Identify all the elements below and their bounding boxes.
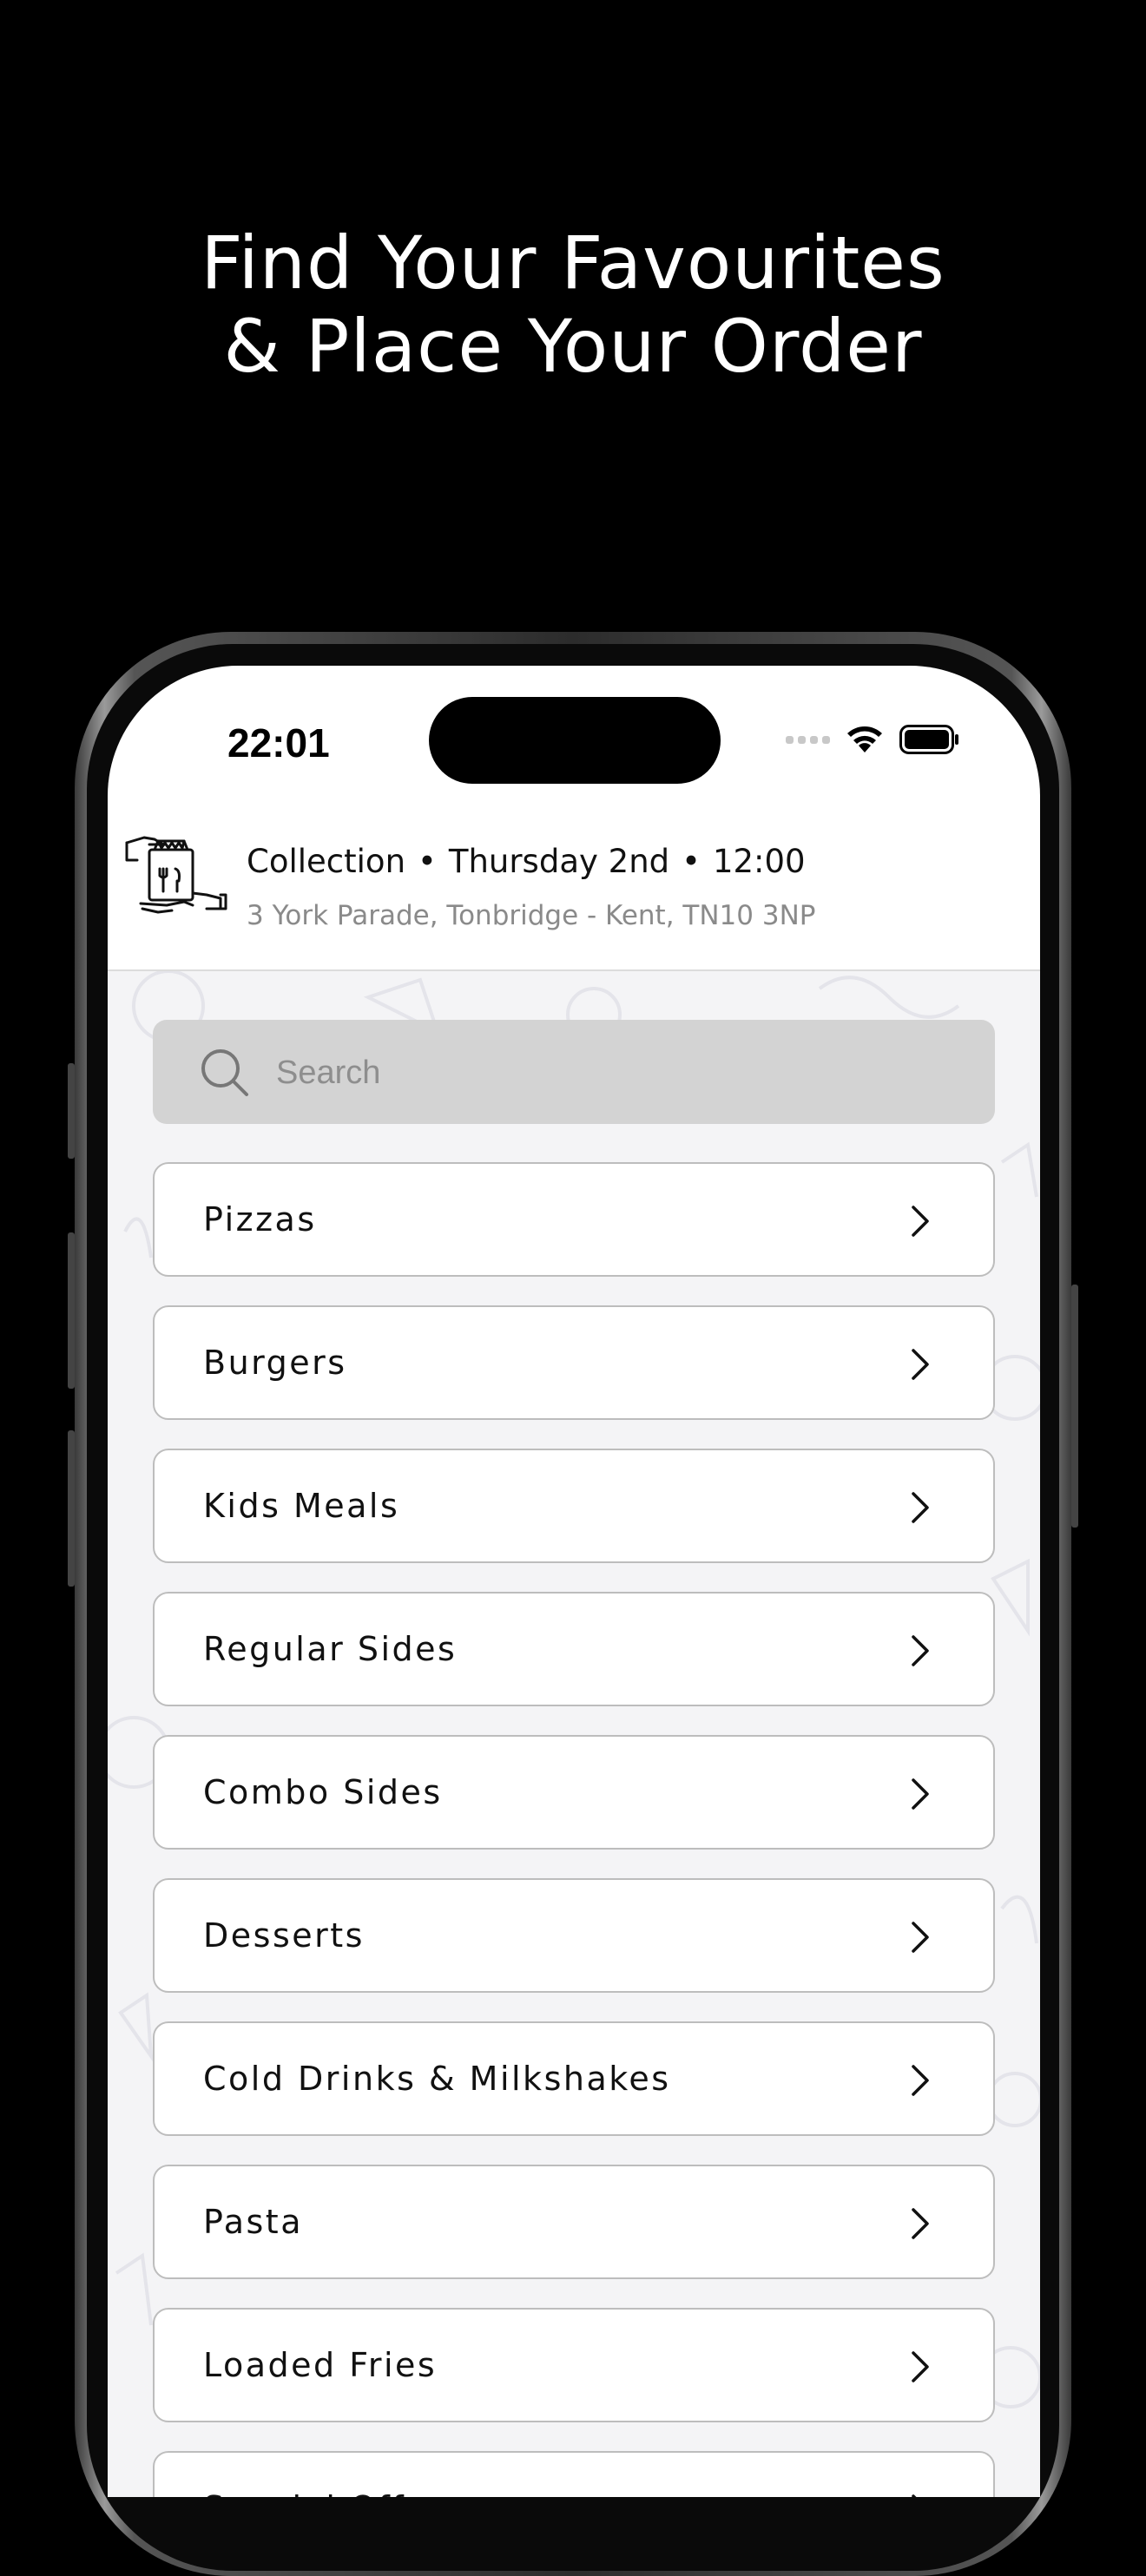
chevron-right-icon <box>912 1349 929 1380</box>
chevron-right-icon <box>912 2494 917 2497</box>
category-item-regular-sides[interactable]: Regular Sides <box>153 1592 995 1706</box>
separator-dot: • <box>682 843 701 880</box>
category-item-kids-meals[interactable]: Kids Meals <box>153 1449 995 1563</box>
separator-dot: • <box>418 843 437 880</box>
wifi-icon <box>847 726 882 752</box>
headline-line-2: & Place Your Order <box>223 304 923 389</box>
order-summary: Collection • Thursday 2nd • 12:00 <box>247 843 806 880</box>
phone-volume-up-button <box>68 1232 75 1389</box>
phone-volume-down-button <box>68 1430 75 1587</box>
phone-action-button <box>68 1063 75 1159</box>
chevron-right-icon <box>912 1492 929 1523</box>
category-label: Pasta <box>203 2203 303 2241</box>
status-time: 22:01 <box>227 720 330 766</box>
search-icon <box>201 1049 248 1096</box>
search-input[interactable] <box>274 1020 972 1126</box>
category-item-loaded-fries[interactable]: Loaded Fries <box>153 2308 995 2422</box>
category-label: Desserts <box>203 1916 365 1955</box>
category-label: Combo Sides <box>203 1773 443 1811</box>
category-item-special-offers[interactable]: Special Offers <box>153 2451 995 2497</box>
battery-icon <box>899 725 958 754</box>
status-icons <box>786 725 960 754</box>
cellular-signal-icon <box>786 735 830 744</box>
category-item-desserts[interactable]: Desserts <box>153 1878 995 1993</box>
phone-screen: 22:01 Collection • Thursday 2nd • 12:00 … <box>108 666 1040 2497</box>
dynamic-island <box>429 697 721 784</box>
category-label: Pizzas <box>203 1200 317 1239</box>
order-day: Thursday 2nd <box>448 843 670 880</box>
order-mode: Collection <box>247 843 406 880</box>
category-label: Special Offers <box>203 2453 463 2497</box>
category-item-pasta[interactable]: Pasta <box>153 2165 995 2279</box>
chevron-right-icon <box>912 1922 929 1953</box>
category-item-cold-drinks-milkshakes[interactable]: Cold Drinks & Milkshakes <box>153 2021 995 2136</box>
category-label: Cold Drinks & Milkshakes <box>203 2060 671 2098</box>
chevron-right-icon <box>912 1778 929 1810</box>
category-label: Burgers <box>203 1344 347 1382</box>
collection-bag-icon <box>125 836 227 914</box>
store-address: 3 York Parade, Tonbridge - Kent, TN10 3N… <box>247 900 816 931</box>
category-label: Kids Meals <box>203 1487 400 1525</box>
promo-headline: Find Your Favourites & Place Your Order <box>0 221 1146 388</box>
search-bar[interactable] <box>153 1020 995 1126</box>
chevron-right-icon <box>912 2208 929 2239</box>
category-item-combo-sides[interactable]: Combo Sides <box>153 1735 995 1850</box>
headline-line-1: Find Your Favourites <box>201 220 945 306</box>
category-item-burgers[interactable]: Burgers <box>153 1305 995 1420</box>
category-label: Regular Sides <box>203 1630 458 1668</box>
order-time: 12:00 <box>712 843 806 880</box>
chevron-right-icon <box>912 2065 929 2096</box>
menu-content[interactable]: Pizzas Burgers Kids Meals Regular Sides … <box>108 971 1040 2497</box>
category-list: Pizzas Burgers Kids Meals Regular Sides … <box>153 1162 995 2497</box>
category-item-pizzas[interactable]: Pizzas <box>153 1162 995 1277</box>
chevron-right-icon <box>912 2351 929 2382</box>
category-label: Loaded Fries <box>203 2346 438 2384</box>
chevron-right-icon <box>912 1635 929 1666</box>
phone-power-button <box>1071 1285 1078 1528</box>
chevron-right-icon <box>912 1206 929 1237</box>
order-info-header[interactable]: Collection • Thursday 2nd • 12:00 3 York Par… <box>108 822 1040 971</box>
